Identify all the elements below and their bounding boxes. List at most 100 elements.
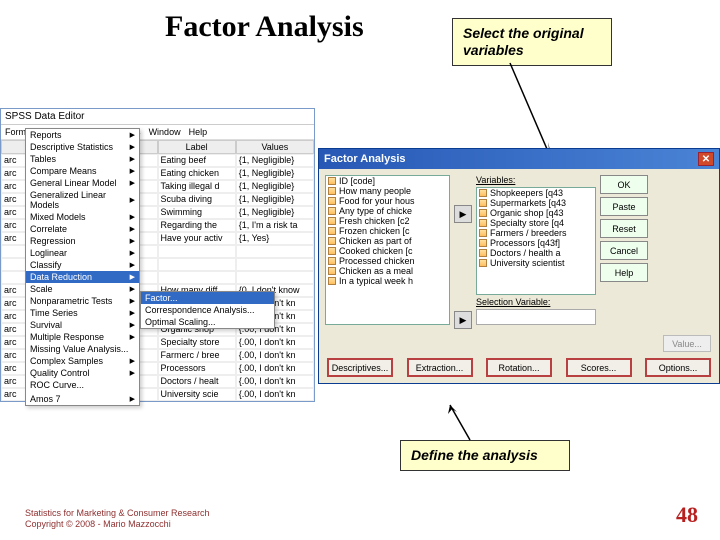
variable-icon: [479, 249, 487, 257]
list-item[interactable]: Farmers / breeders: [477, 228, 595, 238]
rotation-button[interactable]: Rotation...: [486, 358, 552, 377]
variable-icon: [328, 257, 336, 265]
variable-icon: [479, 239, 487, 247]
menu-item[interactable]: Form: [5, 127, 26, 137]
close-icon[interactable]: ✕: [698, 152, 714, 166]
variable-icon: [328, 197, 336, 205]
variable-icon: [328, 267, 336, 275]
value-button: Value...: [663, 335, 711, 352]
menu-item[interactable]: Descriptive Statistics▶: [26, 141, 139, 153]
target-column: Variables: Shopkeepers [q43Supermarkets …: [476, 175, 596, 329]
move-buttons-column: ▶ ▶: [454, 175, 472, 329]
list-item[interactable]: Fresh chicken [c2: [326, 216, 449, 226]
dialog-titlebar[interactable]: Factor Analysis ✕: [319, 149, 719, 169]
menu-item[interactable]: Data Reduction▶: [26, 271, 139, 283]
variable-icon: [479, 229, 487, 237]
menu-item[interactable]: Scale▶: [26, 283, 139, 295]
factor-analysis-dialog: Factor Analysis ✕ ID [code]How many peop…: [318, 148, 720, 384]
menu-item[interactable]: Mixed Models▶: [26, 211, 139, 223]
variable-icon: [328, 237, 336, 245]
variable-icon: [328, 247, 336, 255]
menu-item[interactable]: Nonparametric Tests▶: [26, 295, 139, 307]
list-item[interactable]: Processed chicken: [326, 256, 449, 266]
list-item[interactable]: Processors [q43f]: [477, 238, 595, 248]
list-item[interactable]: Chicken as part of: [326, 236, 449, 246]
dialog-title-text: Factor Analysis: [324, 153, 406, 165]
list-item[interactable]: Any type of chicke: [326, 206, 449, 216]
ok-button[interactable]: OK: [600, 175, 648, 194]
source-variables-list[interactable]: ID [code]How many peopleFood for your ho…: [325, 175, 450, 325]
variable-icon: [328, 187, 336, 195]
menu-item[interactable]: Missing Value Analysis...: [26, 343, 139, 355]
move-right-button[interactable]: ▶: [454, 205, 472, 223]
list-item[interactable]: Shopkeepers [q43: [477, 188, 595, 198]
list-item[interactable]: Food for your hous: [326, 196, 449, 206]
menu-item[interactable]: Survival▶: [26, 319, 139, 331]
dialog-buttons-column: OK Paste Reset Cancel Help: [600, 175, 648, 329]
menu-item[interactable]: ROC Curve...: [26, 379, 139, 391]
menu-item[interactable]: Loglinear▶: [26, 247, 139, 259]
list-item[interactable]: University scientist: [477, 258, 595, 268]
page-title: Factor Analysis: [165, 10, 364, 44]
variable-icon: [328, 227, 336, 235]
menu-item[interactable]: Quality Control▶: [26, 367, 139, 379]
list-item[interactable]: How many people: [326, 186, 449, 196]
reset-button[interactable]: Reset: [600, 219, 648, 238]
variable-icon: [479, 259, 487, 267]
options-button[interactable]: Options...: [645, 358, 711, 377]
variables-label: Variables:: [476, 175, 596, 185]
menu-item[interactable]: Compare Means▶: [26, 165, 139, 177]
variables-list[interactable]: Shopkeepers [q43Supermarkets [q43Organic…: [476, 187, 596, 295]
footer-credit: Statistics for Marketing & Consumer Rese…: [25, 508, 210, 530]
variable-icon: [328, 277, 336, 285]
page-number: 48: [676, 502, 698, 528]
variable-icon: [479, 189, 487, 197]
menu-item[interactable]: Regression▶: [26, 235, 139, 247]
variable-icon: [328, 207, 336, 215]
menu-item[interactable]: Reports▶: [26, 129, 139, 141]
variable-icon: [479, 209, 487, 217]
menu-item[interactable]: Tables▶: [26, 153, 139, 165]
menu-item[interactable]: Multiple Response▶: [26, 331, 139, 343]
submenu-item[interactable]: Correspondence Analysis...: [141, 304, 274, 316]
list-item[interactable]: Frozen chicken [c: [326, 226, 449, 236]
descriptives-button[interactable]: Descriptives...: [327, 358, 393, 377]
menu-item[interactable]: Help: [189, 127, 208, 137]
menu-item[interactable]: Classify▶: [26, 259, 139, 271]
menu-item[interactable]: Time Series▶: [26, 307, 139, 319]
variable-icon: [328, 217, 336, 225]
submenu-item[interactable]: Factor...: [141, 292, 274, 304]
analyze-menu[interactable]: Reports▶Descriptive Statistics▶Tables▶Co…: [25, 128, 140, 406]
menu-item[interactable]: Generalized Linear Models▶: [26, 189, 139, 211]
data-reduction-submenu[interactable]: Factor...Correspondence Analysis...Optim…: [140, 291, 275, 329]
menu-item[interactable]: Complex Samples▶: [26, 355, 139, 367]
list-item[interactable]: ID [code]: [326, 176, 449, 186]
list-item[interactable]: Specialty store [q4: [477, 218, 595, 228]
list-item[interactable]: Doctors / health a: [477, 248, 595, 258]
variable-icon: [479, 219, 487, 227]
scores-button[interactable]: Scores...: [566, 358, 632, 377]
variable-icon: [328, 177, 336, 185]
menu-item[interactable]: General Linear Model▶: [26, 177, 139, 189]
options-button-row: Descriptives... Extraction... Rotation... S…: [319, 354, 719, 383]
selection-variable-field[interactable]: [476, 309, 596, 325]
paste-button[interactable]: Paste: [600, 197, 648, 216]
selection-variable-label: Selection Variable:: [476, 297, 596, 307]
list-item[interactable]: In a typical week h: [326, 276, 449, 286]
extraction-button[interactable]: Extraction...: [407, 358, 473, 377]
menu-item[interactable]: Window: [149, 127, 181, 137]
menu-item[interactable]: Amos 7▶: [26, 393, 139, 405]
callout-select-variables: Select the original variables: [452, 18, 612, 66]
callout-define-analysis: Define the analysis: [400, 440, 570, 471]
list-item[interactable]: Chicken as a meal: [326, 266, 449, 276]
list-item[interactable]: Cooked chicken [c: [326, 246, 449, 256]
move-selection-button[interactable]: ▶: [454, 311, 472, 329]
variable-icon: [479, 199, 487, 207]
list-item[interactable]: Organic shop [q43: [477, 208, 595, 218]
menu-item[interactable]: Correlate▶: [26, 223, 139, 235]
help-button[interactable]: Help: [600, 263, 648, 282]
editor-window-title: SPSS Data Editor: [1, 109, 314, 125]
cancel-button[interactable]: Cancel: [600, 241, 648, 260]
list-item[interactable]: Supermarkets [q43: [477, 198, 595, 208]
submenu-item[interactable]: Optimal Scaling...: [141, 316, 274, 328]
